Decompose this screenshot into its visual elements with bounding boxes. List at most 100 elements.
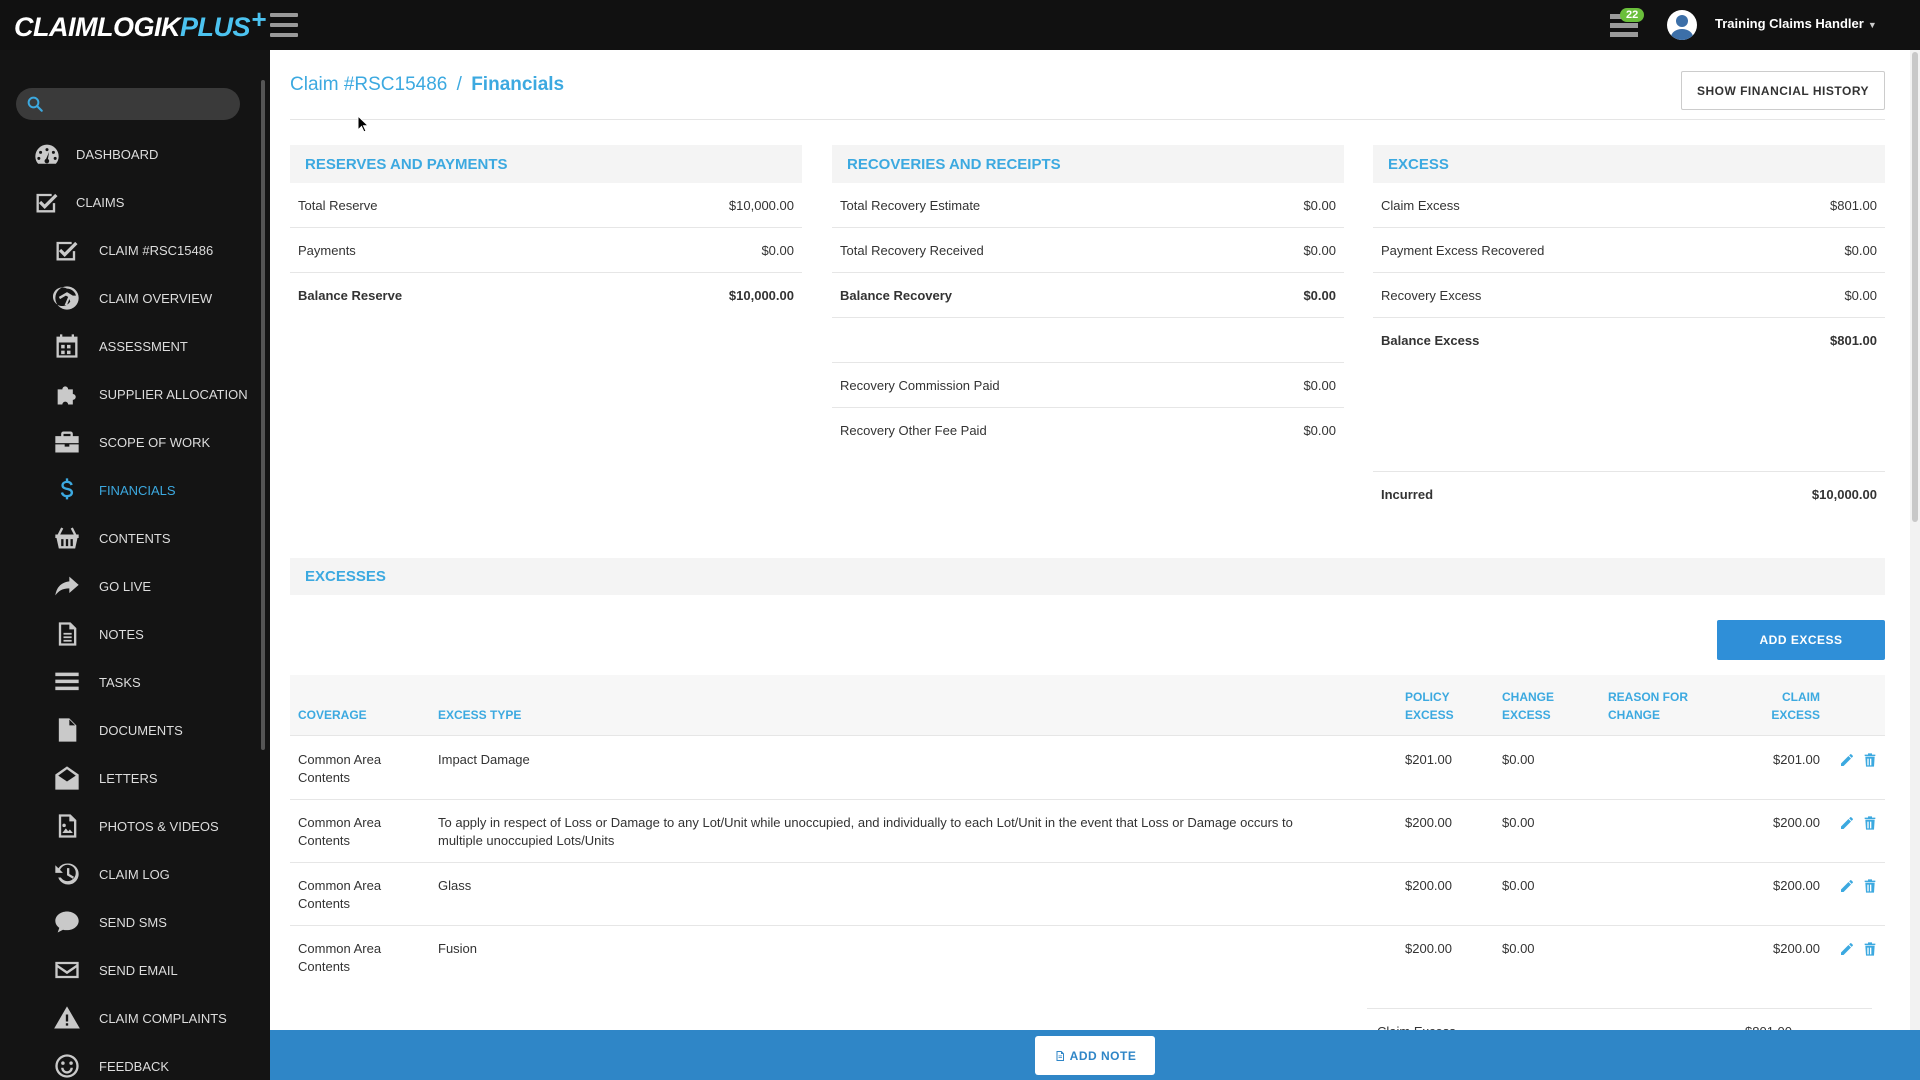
col-policy-excess[interactable]: POLICY EXCESS xyxy=(1405,688,1454,724)
cell-claim-excess: $200.00 xyxy=(1773,815,1820,830)
sidebar-scrollbar[interactable] xyxy=(261,80,265,750)
app-logo[interactable]: CLAIMLOGIK PLUS + xyxy=(14,4,266,43)
row-value: $0.00 xyxy=(1303,423,1336,438)
sidebar-item-claim-log[interactable]: CLAIM LOG xyxy=(0,850,260,898)
cell-line: Fusion xyxy=(438,941,478,956)
excess-row: Balance Excess $801.00 xyxy=(1373,318,1885,363)
menu-toggle-icon[interactable] xyxy=(270,13,298,37)
col-label: CLAIM xyxy=(1782,690,1820,704)
row-value: $801.00 xyxy=(1830,333,1877,348)
cell-line: To apply in respect of Loss or Damage to… xyxy=(438,815,1293,830)
sidebar-item-go-live[interactable]: GO LIVE xyxy=(0,562,260,610)
chat-icon xyxy=(50,907,84,937)
delete-icon[interactable] xyxy=(1862,752,1878,768)
cell-line: Common Area xyxy=(298,878,382,893)
warning-icon xyxy=(50,1003,84,1033)
envelope-icon xyxy=(50,955,84,985)
totals-divider xyxy=(1367,1008,1872,1009)
sidebar-item-assessment[interactable]: ASSESSMENT xyxy=(0,322,260,370)
delete-icon[interactable] xyxy=(1862,941,1878,957)
excess-row: Recovery Excess $0.00 xyxy=(1373,273,1885,318)
note-icon xyxy=(1056,1050,1064,1061)
col-change-excess[interactable]: CHANGE EXCESS xyxy=(1502,688,1554,724)
delete-icon[interactable] xyxy=(1862,878,1878,894)
search-input[interactable] xyxy=(52,96,232,112)
sidebar-item-photos-videos[interactable]: PHOTOS & VIDEOS xyxy=(0,802,260,850)
cell-change-excess: $0.00 xyxy=(1502,878,1535,893)
task-count-badge[interactable]: 22 xyxy=(1620,8,1645,22)
edit-icon[interactable] xyxy=(1839,752,1855,768)
sidebar-item-send-email[interactable]: SEND EMAIL xyxy=(0,946,260,994)
cell-line: Contents xyxy=(298,770,351,785)
edit-icon[interactable] xyxy=(1839,941,1855,957)
sidebar-item-send-sms[interactable]: SEND SMS xyxy=(0,898,260,946)
cell-excess-type: Fusion xyxy=(438,940,1358,958)
row-label: Balance Recovery xyxy=(840,287,953,303)
row-label: Recovery Excess xyxy=(1381,287,1482,303)
sidebar-item-claim-complaints[interactable]: CLAIM COMPLAINTS xyxy=(0,994,260,1042)
add-note-button[interactable]: ADD NOTE xyxy=(1035,1036,1155,1075)
sidebar-item-label: SEND EMAIL xyxy=(99,962,178,978)
col-coverage[interactable]: COVERAGE xyxy=(298,706,367,724)
add-note-label: ADD NOTE xyxy=(1069,1048,1137,1063)
sidebar-item-contents[interactable]: CONTENTS xyxy=(0,514,260,562)
sidebar-item-label: FINANCIALS xyxy=(99,482,176,498)
row-value: $0.00 xyxy=(1844,287,1877,303)
sidebar-item-dashboard[interactable]: DASHBOARD xyxy=(0,130,260,178)
header-divider xyxy=(290,119,1885,120)
edit-icon[interactable] xyxy=(1839,815,1855,831)
history-icon xyxy=(50,859,84,889)
sidebar-item-claim-overview[interactable]: CLAIM OVERVIEW xyxy=(0,274,260,322)
panel-title: EXCESS xyxy=(1373,145,1885,183)
avatar[interactable] xyxy=(1667,10,1697,40)
sidebar-item-label: FEEDBACK xyxy=(99,1058,170,1074)
search-box[interactable] xyxy=(16,88,240,120)
recovery-row: Total Recovery Estimate $0.00 xyxy=(832,183,1344,228)
row-label: Incurred xyxy=(1381,487,1434,502)
cell-coverage: Common Area Contents xyxy=(298,751,381,787)
delete-icon[interactable] xyxy=(1862,815,1878,831)
sidebar-item-documents[interactable]: DOCUMENTS xyxy=(0,706,260,754)
panel-title: RECOVERIES AND RECEIPTS xyxy=(832,145,1344,183)
sidebar-item-claims[interactable]: CLAIMS xyxy=(0,178,260,226)
breadcrumb-claim-link[interactable]: Claim #RSC15486 xyxy=(290,74,447,95)
sidebar-item-scope-of-work[interactable]: SCOPE OF WORK xyxy=(0,418,260,466)
row-value: $0.00 xyxy=(1303,197,1336,213)
user-menu[interactable]: Training Claims Handler ▼ xyxy=(1715,16,1877,31)
add-excess-button[interactable]: ADD EXCESS xyxy=(1717,620,1885,660)
dollar-icon xyxy=(50,475,84,505)
row-value: $10,000.00 xyxy=(728,288,794,303)
sidebar-item-letters[interactable]: LETTERS xyxy=(0,754,260,802)
row-value: $0.00 xyxy=(1303,377,1336,393)
row-label: Total Reserve xyxy=(298,197,378,213)
table-row: Common Area Contents Impact Damage $201.0… xyxy=(290,737,1885,800)
sidebar-item-feedback[interactable]: FEEDBACK xyxy=(0,1042,260,1080)
recovery-row: Recovery Other Fee Paid $0.00 xyxy=(832,408,1344,453)
sidebar-item-notes[interactable]: NOTES xyxy=(0,610,260,658)
breadcrumb: Claim #RSC15486 / Financials xyxy=(290,74,564,96)
logo-text: CLAIMLOGIK xyxy=(14,12,180,42)
sidebar-item-label: DASHBOARD xyxy=(76,146,159,162)
page-scrollbar[interactable] xyxy=(1910,50,1920,1080)
col-reason-for-change[interactable]: REASON FOR CHANGE xyxy=(1608,688,1688,724)
row-value: $0.00 xyxy=(1303,287,1336,303)
col-label: EXCESS xyxy=(1502,708,1551,722)
edit-icon[interactable] xyxy=(1839,878,1855,894)
recovery-row: Total Recovery Received $0.00 xyxy=(832,228,1344,273)
show-financial-history-button[interactable]: SHOW FINANCIAL HISTORY xyxy=(1681,71,1885,110)
cell-policy-excess: $201.00 xyxy=(1405,752,1452,767)
row-label: Claim Excess xyxy=(1381,197,1460,213)
col-label: CHANGE xyxy=(1502,690,1555,704)
sidebar-item-supplier-allocation[interactable]: SUPPLIER ALLOCATION xyxy=(0,370,260,418)
cell-line: multiple unoccupied Lots/Units xyxy=(438,833,615,848)
col-excess-type[interactable]: EXCESS TYPE xyxy=(438,706,521,724)
sidebar-item-claim-number[interactable]: CLAIM #RSC15486 xyxy=(0,226,260,274)
cell-coverage: Common Area Contents xyxy=(298,877,381,913)
sidebar-item-tasks[interactable]: TASKS xyxy=(0,658,260,706)
recovery-row: Balance Recovery $0.00 xyxy=(832,273,1344,318)
col-claim-excess[interactable]: CLAIM EXCESS xyxy=(1770,688,1820,724)
cell-line: Common Area xyxy=(298,752,382,767)
smile-icon xyxy=(50,1051,84,1080)
cell-excess-type: Impact Damage xyxy=(438,751,1358,769)
sidebar-item-financials[interactable]: FINANCIALS xyxy=(0,466,260,514)
